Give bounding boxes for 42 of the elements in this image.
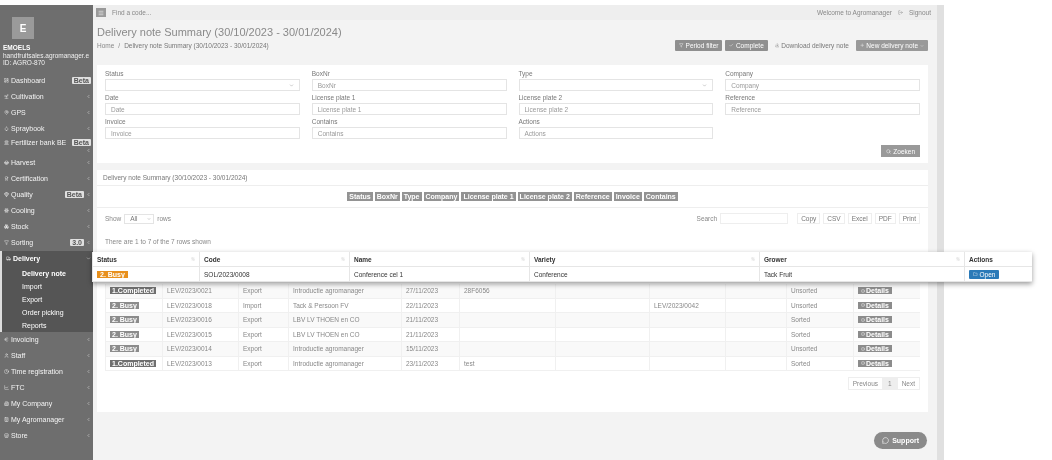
award-icon xyxy=(4,176,9,181)
select-field[interactable] xyxy=(105,79,300,91)
menu-icon xyxy=(98,9,104,16)
filter-icon xyxy=(679,43,684,48)
gem-icon xyxy=(4,192,9,197)
select-field[interactable] xyxy=(518,79,714,91)
download-icon xyxy=(774,43,780,48)
boxes-icon xyxy=(4,224,9,229)
basket-icon xyxy=(4,160,9,165)
info-icon xyxy=(861,361,865,366)
truck-icon xyxy=(6,256,11,261)
info-icon xyxy=(861,303,865,308)
line-chart-icon xyxy=(4,385,9,390)
clock-icon xyxy=(4,369,9,374)
search-icon xyxy=(886,148,892,154)
bank-icon xyxy=(4,139,9,145)
plus-icon xyxy=(859,43,865,48)
user-icon xyxy=(4,353,9,358)
droplet-icon xyxy=(4,126,9,131)
logo: E xyxy=(12,17,34,39)
info-icon xyxy=(861,332,865,337)
sign-out-icon xyxy=(897,10,903,15)
menu-button[interactable] xyxy=(96,8,106,17)
chat-icon xyxy=(882,437,890,444)
info-icon xyxy=(861,288,865,293)
euro-icon xyxy=(4,337,9,342)
filter-icon xyxy=(4,240,9,245)
chevron-down-icon xyxy=(702,82,708,88)
office-icon xyxy=(4,417,9,422)
chevron-down-icon xyxy=(147,216,152,221)
snowflake-icon xyxy=(4,208,9,213)
chevron-down-icon xyxy=(288,82,294,88)
sprout-icon xyxy=(4,94,9,99)
building-icon xyxy=(4,401,9,406)
map-pin-icon xyxy=(4,110,9,115)
info-icon xyxy=(861,317,865,322)
store-icon xyxy=(4,433,9,438)
info-icon xyxy=(861,346,865,351)
page-title: Delivery note Summary (30/10/2023 - 30/01/2024) xyxy=(97,26,342,38)
check-icon xyxy=(729,43,734,48)
dashboard-icon xyxy=(4,78,9,83)
folder-icon xyxy=(973,271,978,277)
